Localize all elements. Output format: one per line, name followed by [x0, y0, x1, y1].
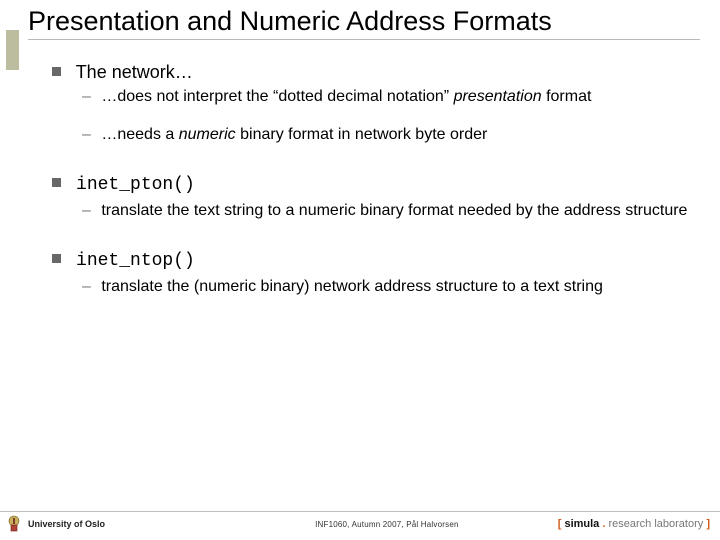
sub-emph: numeric [179, 126, 236, 143]
bracket-close-icon: ] [703, 518, 710, 530]
dash-icon: – [82, 126, 97, 143]
uio-crest-icon [6, 515, 22, 533]
footer: University of Oslo INF1060, Autumn 2007,… [0, 511, 720, 536]
sub-emph: presentation [454, 88, 542, 105]
body-content: The network… – …does not interpret the “… [0, 44, 720, 297]
sub-item: – translate the (numeric binary) network… [82, 277, 690, 297]
square-bullet-icon [52, 178, 61, 187]
bullet-item: inet_pton() – translate the text string … [52, 173, 690, 221]
bullet-text: The network… [76, 62, 193, 82]
bullet-item: The network… – …does not interpret the “… [52, 62, 690, 145]
dash-icon: – [82, 88, 97, 105]
sub-text: binary format in network byte order [240, 126, 487, 143]
sub-text: …does not interpret the “dotted decimal … [101, 88, 453, 105]
sub-text: translate the text string to a numeric b… [101, 202, 687, 219]
bullet-item: inet_ntop() – translate the (numeric bin… [52, 249, 690, 297]
sub-text: format [546, 88, 591, 105]
page-title: Presentation and Numeric Address Formats [28, 6, 700, 40]
square-bullet-icon [52, 254, 61, 263]
sub-item: – …needs a numeric binary format in netw… [82, 125, 690, 145]
footer-left: University of Oslo [0, 515, 216, 533]
square-bullet-icon [52, 67, 61, 76]
footer-left-text: University of Oslo [28, 519, 105, 529]
dash-icon: – [82, 202, 97, 219]
dash-icon: – [82, 278, 97, 295]
sub-item: – …does not interpret the “dotted decima… [82, 87, 690, 107]
simula-word: simula [564, 518, 599, 530]
sub-item: – translate the text string to a numeric… [82, 201, 690, 221]
footer-center-text: INF1060, Autumn 2007, Pål Halvorsen [216, 520, 558, 529]
footer-right: [ simula . research laboratory ] [558, 518, 720, 530]
bullet-text: inet_ntop() [76, 251, 195, 271]
slide: Presentation and Numeric Address Formats… [0, 0, 720, 540]
sub-text: …needs a [101, 126, 178, 143]
sub-text: translate the (numeric binary) network a… [101, 278, 603, 295]
bullet-text: inet_pton() [76, 175, 195, 195]
title-area: Presentation and Numeric Address Formats [0, 0, 720, 44]
simula-suffix: research laboratory [608, 518, 703, 530]
